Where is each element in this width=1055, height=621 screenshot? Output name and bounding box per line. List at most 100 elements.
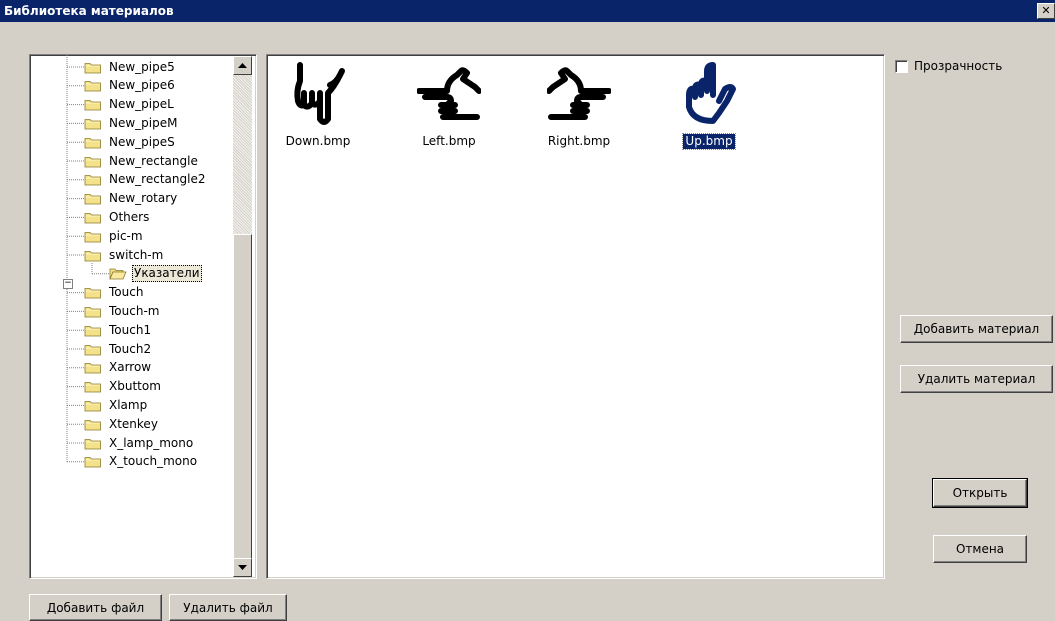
transparency-label: Прозрачность bbox=[914, 59, 1003, 73]
tree-item[interactable]: Others bbox=[84, 208, 151, 226]
tree-item[interactable]: New_pipe5 bbox=[84, 58, 177, 76]
tree-item-label: New_pipe6 bbox=[109, 78, 175, 93]
hand-pointing-left-icon bbox=[417, 67, 481, 120]
tree-item[interactable]: Touch-m bbox=[84, 302, 161, 320]
tree-item[interactable]: New_pipeS bbox=[84, 133, 177, 151]
folder-icon bbox=[84, 419, 101, 431]
file-list-view[interactable]: Down.bmp Left.bmp Right.bmp Up.bmp bbox=[266, 54, 885, 579]
open-button[interactable]: Открыть bbox=[932, 478, 1028, 508]
folder-icon bbox=[84, 194, 101, 205]
tree-item[interactable]: Touch1 bbox=[84, 321, 153, 339]
folder-icon bbox=[84, 156, 101, 167]
hand-pointing-right-icon bbox=[547, 67, 611, 120]
tree-item[interactable]: Указатели bbox=[109, 265, 202, 283]
delete-material-label: Удалить материал bbox=[917, 372, 1036, 386]
tree-item[interactable]: X_touch_mono bbox=[84, 453, 199, 471]
folder-icon bbox=[84, 137, 101, 149]
tree-item[interactable]: New_pipeM bbox=[84, 114, 179, 132]
scrollbar-thumb[interactable] bbox=[233, 234, 252, 561]
tree-item[interactable]: New_rectangle bbox=[84, 152, 200, 170]
file-name: Up.bmp bbox=[682, 133, 736, 150]
arrow-down-icon bbox=[238, 565, 247, 570]
folder-icon bbox=[84, 100, 101, 111]
hand-pointing-up-icon bbox=[686, 62, 736, 124]
tree-item-label: Xlamp bbox=[109, 397, 148, 412]
file-item-right[interactable]: Right.bmp bbox=[529, 61, 629, 149]
file-item-up[interactable]: Up.bmp bbox=[659, 61, 759, 150]
folder-tree[interactable]: New_pipe5 New_pipe6 New_pipeL New_pipeM New_… bbox=[29, 54, 257, 579]
tree-item[interactable]: New_rectangle2 bbox=[84, 171, 207, 189]
folder-icon bbox=[84, 344, 101, 355]
tree-item-label: X_touch_mono bbox=[109, 454, 198, 469]
tree-item[interactable]: New_pipeL bbox=[84, 96, 176, 114]
folder-icon bbox=[84, 438, 101, 449]
folder-icon bbox=[84, 288, 101, 299]
folder-icon bbox=[84, 81, 101, 92]
close-icon: ✕ bbox=[1041, 4, 1051, 17]
folder-icon bbox=[84, 250, 101, 261]
file-item-down[interactable]: Down.bmp bbox=[268, 61, 368, 149]
tree-item-label: New_rotary bbox=[109, 191, 178, 206]
file-name: Right.bmp bbox=[547, 134, 611, 148]
window-title: Библиотека материалов bbox=[4, 4, 174, 18]
tree-item[interactable]: X_lamp_mono bbox=[84, 434, 195, 452]
tree-item-label: Others bbox=[109, 209, 150, 224]
tree-item[interactable]: New_rotary bbox=[84, 190, 179, 208]
close-button[interactable]: ✕ bbox=[1037, 3, 1055, 19]
tree-item-label: X_lamp_mono bbox=[109, 435, 194, 450]
tree-item[interactable]: switch-m bbox=[84, 246, 165, 264]
tree-item[interactable]: Xtenkey bbox=[84, 415, 160, 433]
tree-item-label: Xbuttom bbox=[109, 379, 161, 394]
folder-icon bbox=[84, 231, 101, 243]
tree-item[interactable]: Xbuttom bbox=[84, 378, 163, 396]
tree-item-label: pic-m bbox=[109, 228, 143, 243]
tree-item[interactable]: New_pipe6 bbox=[84, 77, 177, 95]
add-material-button[interactable]: Добавить материал bbox=[900, 315, 1053, 343]
add-file-button[interactable]: Добавить файл bbox=[29, 594, 162, 621]
add-file-label: Добавить файл bbox=[46, 600, 145, 615]
folder-icon bbox=[84, 212, 101, 224]
tree-item-label: Touch1 bbox=[109, 322, 152, 337]
tree-item[interactable]: Touch bbox=[84, 284, 145, 302]
delete-material-button[interactable]: Удалить материал bbox=[900, 365, 1053, 393]
arrow-up-icon bbox=[238, 63, 247, 68]
tree-item[interactable]: Touch2 bbox=[84, 340, 153, 358]
folder-icon bbox=[84, 382, 101, 393]
tree-item[interactable]: pic-m bbox=[84, 227, 145, 245]
folder-icon bbox=[84, 457, 101, 468]
cancel-label: Отмена bbox=[955, 542, 1005, 556]
tree-item[interactable]: Xarrow bbox=[84, 359, 153, 377]
file-name: Left.bmp bbox=[422, 134, 476, 148]
scroll-down-button[interactable] bbox=[233, 558, 252, 577]
tree-item-label: Xarrow bbox=[109, 360, 152, 375]
transparency-checkbox[interactable]: Прозрачность bbox=[895, 59, 1002, 73]
tree-collapse-toggle[interactable]: − bbox=[63, 279, 73, 289]
folder-icon bbox=[84, 175, 101, 186]
tree-item-label: Touch bbox=[109, 285, 144, 300]
folder-icon bbox=[84, 306, 101, 318]
folder-icon bbox=[84, 325, 101, 337]
cancel-button[interactable]: Отмена bbox=[933, 535, 1027, 563]
tree-vertical-scrollbar[interactable] bbox=[233, 56, 252, 577]
tree-item-label: Указатели bbox=[132, 265, 202, 283]
file-name: Down.bmp bbox=[285, 134, 351, 148]
hand-pointing-down-icon bbox=[294, 62, 345, 125]
tree-item-label: New_rectangle bbox=[109, 153, 198, 168]
file-item-left[interactable]: Left.bmp bbox=[399, 61, 499, 149]
folder-icon bbox=[84, 363, 101, 374]
tree-item-label: New_pipeS bbox=[109, 134, 175, 149]
folder-icon bbox=[84, 62, 101, 73]
scroll-up-button[interactable] bbox=[233, 56, 252, 75]
checkbox-box[interactable] bbox=[895, 59, 908, 73]
tree-item-label: Touch-m bbox=[109, 303, 160, 318]
delete-file-button[interactable]: Удалить файл bbox=[169, 594, 287, 621]
open-folder-icon bbox=[109, 268, 127, 280]
tree-item-label: Xtenkey bbox=[109, 416, 158, 431]
tree-item-label: New_pipe5 bbox=[109, 59, 175, 74]
open-label: Открыть bbox=[952, 486, 1008, 500]
folder-icon bbox=[84, 400, 101, 412]
tree-item-label: New_pipeM bbox=[109, 115, 178, 130]
tree-item-label: New_pipeL bbox=[109, 97, 174, 112]
tree-item[interactable]: Xlamp bbox=[84, 396, 149, 414]
title-bar: Библиотека материалов ✕ bbox=[0, 0, 1055, 22]
